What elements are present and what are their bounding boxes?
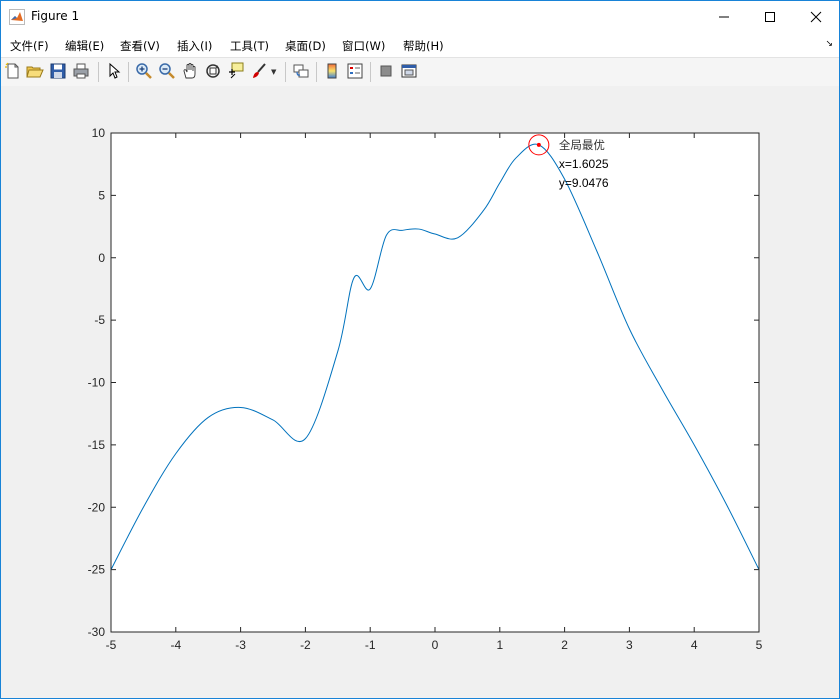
y-tick-label: 0 (98, 251, 105, 265)
x-tick-label: -4 (170, 638, 181, 652)
arrow-icon[interactable]: ↘ (825, 39, 833, 49)
window-title: Figure 1 (31, 9, 80, 23)
close-icon (810, 11, 822, 22)
optimum-label: 全局最优 (559, 138, 605, 152)
maximize-icon (765, 11, 775, 22)
line-chart[interactable]: -5 -4 -3 -2 -1 0 1 2 3 4 51050-5-10-15-20-25-30 全局… (1, 86, 839, 698)
rotate-3d-icon[interactable] (204, 62, 222, 80)
minimize-button[interactable] (701, 1, 747, 32)
x-tick-label: 4 (691, 638, 698, 652)
menu-tools[interactable]: 工具(T) (230, 38, 269, 54)
brush-icon[interactable] (250, 62, 268, 80)
toolbar-separator (316, 62, 317, 82)
legend-icon[interactable] (346, 62, 364, 80)
save-icon[interactable] (49, 62, 67, 80)
edit-plot-arrow-icon[interactable] (105, 62, 123, 80)
dropdown-arrow-icon[interactable]: ▼ (271, 68, 276, 76)
toolbar-separator (128, 62, 129, 82)
optimum-x-value: x=1.6025 (559, 157, 609, 171)
title-bar[interactable]: Figure 1 (1, 1, 839, 32)
figure-canvas: -5 -4 -3 -2 -1 0 1 2 3 4 5 10 5 0 -5 -10 -15 -20 -25 -30 全局… (1, 86, 839, 698)
minimize-icon (719, 16, 729, 17)
menu-view[interactable]: 查看(V) (120, 38, 160, 54)
toolbar-separator (285, 62, 286, 82)
toolbar: ▼ (1, 57, 839, 87)
close-button[interactable] (793, 1, 839, 32)
zoom-out-icon[interactable] (158, 62, 176, 80)
figure-window: Figure 1 文件(F) 编辑(E) 查看(V) 插入(I) 工具(T) 桌… (0, 0, 840, 699)
menu-insert[interactable]: 插入(I) (177, 38, 212, 54)
pan-hand-icon[interactable] (181, 62, 199, 80)
y-tick-label: 5 (98, 188, 105, 202)
zoom-in-icon[interactable] (135, 62, 153, 80)
toolbar-separator (370, 62, 371, 82)
show-plot-tools-icon[interactable] (400, 62, 418, 80)
x-tick-label: -3 (235, 638, 246, 652)
y-tick-label: -20 (88, 500, 106, 514)
y-tick-label: -30 (88, 625, 106, 639)
x-tick-label: -2 (300, 638, 311, 652)
menu-window[interactable]: 窗口(W) (342, 38, 385, 54)
optimum-y-value: y=9.0476 (559, 176, 609, 190)
y-tick-label: -25 (88, 563, 106, 577)
y-tick-label: 10 (92, 126, 106, 140)
x-tick-label: 1 (496, 638, 503, 652)
menu-help[interactable]: 帮助(H) (403, 38, 444, 54)
axes-background (111, 133, 759, 632)
colorbar-icon[interactable] (323, 62, 341, 80)
y-tick-label: -10 (88, 376, 106, 390)
x-tick-label: 2 (561, 638, 568, 652)
menu-desktop[interactable]: 桌面(D) (285, 38, 326, 54)
x-tick-label: -1 (365, 638, 376, 652)
y-tick-label: -15 (88, 438, 106, 452)
new-figure-icon[interactable] (4, 62, 22, 80)
data-cursor-icon[interactable] (227, 62, 245, 80)
maximize-button[interactable] (747, 1, 793, 32)
open-file-icon[interactable] (26, 62, 44, 80)
menu-file[interactable]: 文件(F) (10, 38, 49, 54)
x-tick-label: -5 (106, 638, 117, 652)
toolbar-separator (98, 62, 99, 82)
menu-bar: 文件(F) 编辑(E) 查看(V) 插入(I) 工具(T) 桌面(D) 窗口(W… (1, 32, 839, 57)
x-tick-label: 3 (626, 638, 633, 652)
matlab-logo-icon (9, 9, 25, 25)
hide-plot-tools-icon[interactable] (377, 62, 395, 80)
link-plot-icon[interactable] (292, 62, 310, 80)
print-icon[interactable] (72, 62, 90, 80)
x-tick-label: 5 (756, 638, 763, 652)
y-tick-label: -5 (94, 313, 105, 327)
optimum-marker-dot (536, 142, 541, 147)
menu-edit[interactable]: 编辑(E) (65, 38, 104, 54)
x-tick-label: 0 (432, 638, 439, 652)
